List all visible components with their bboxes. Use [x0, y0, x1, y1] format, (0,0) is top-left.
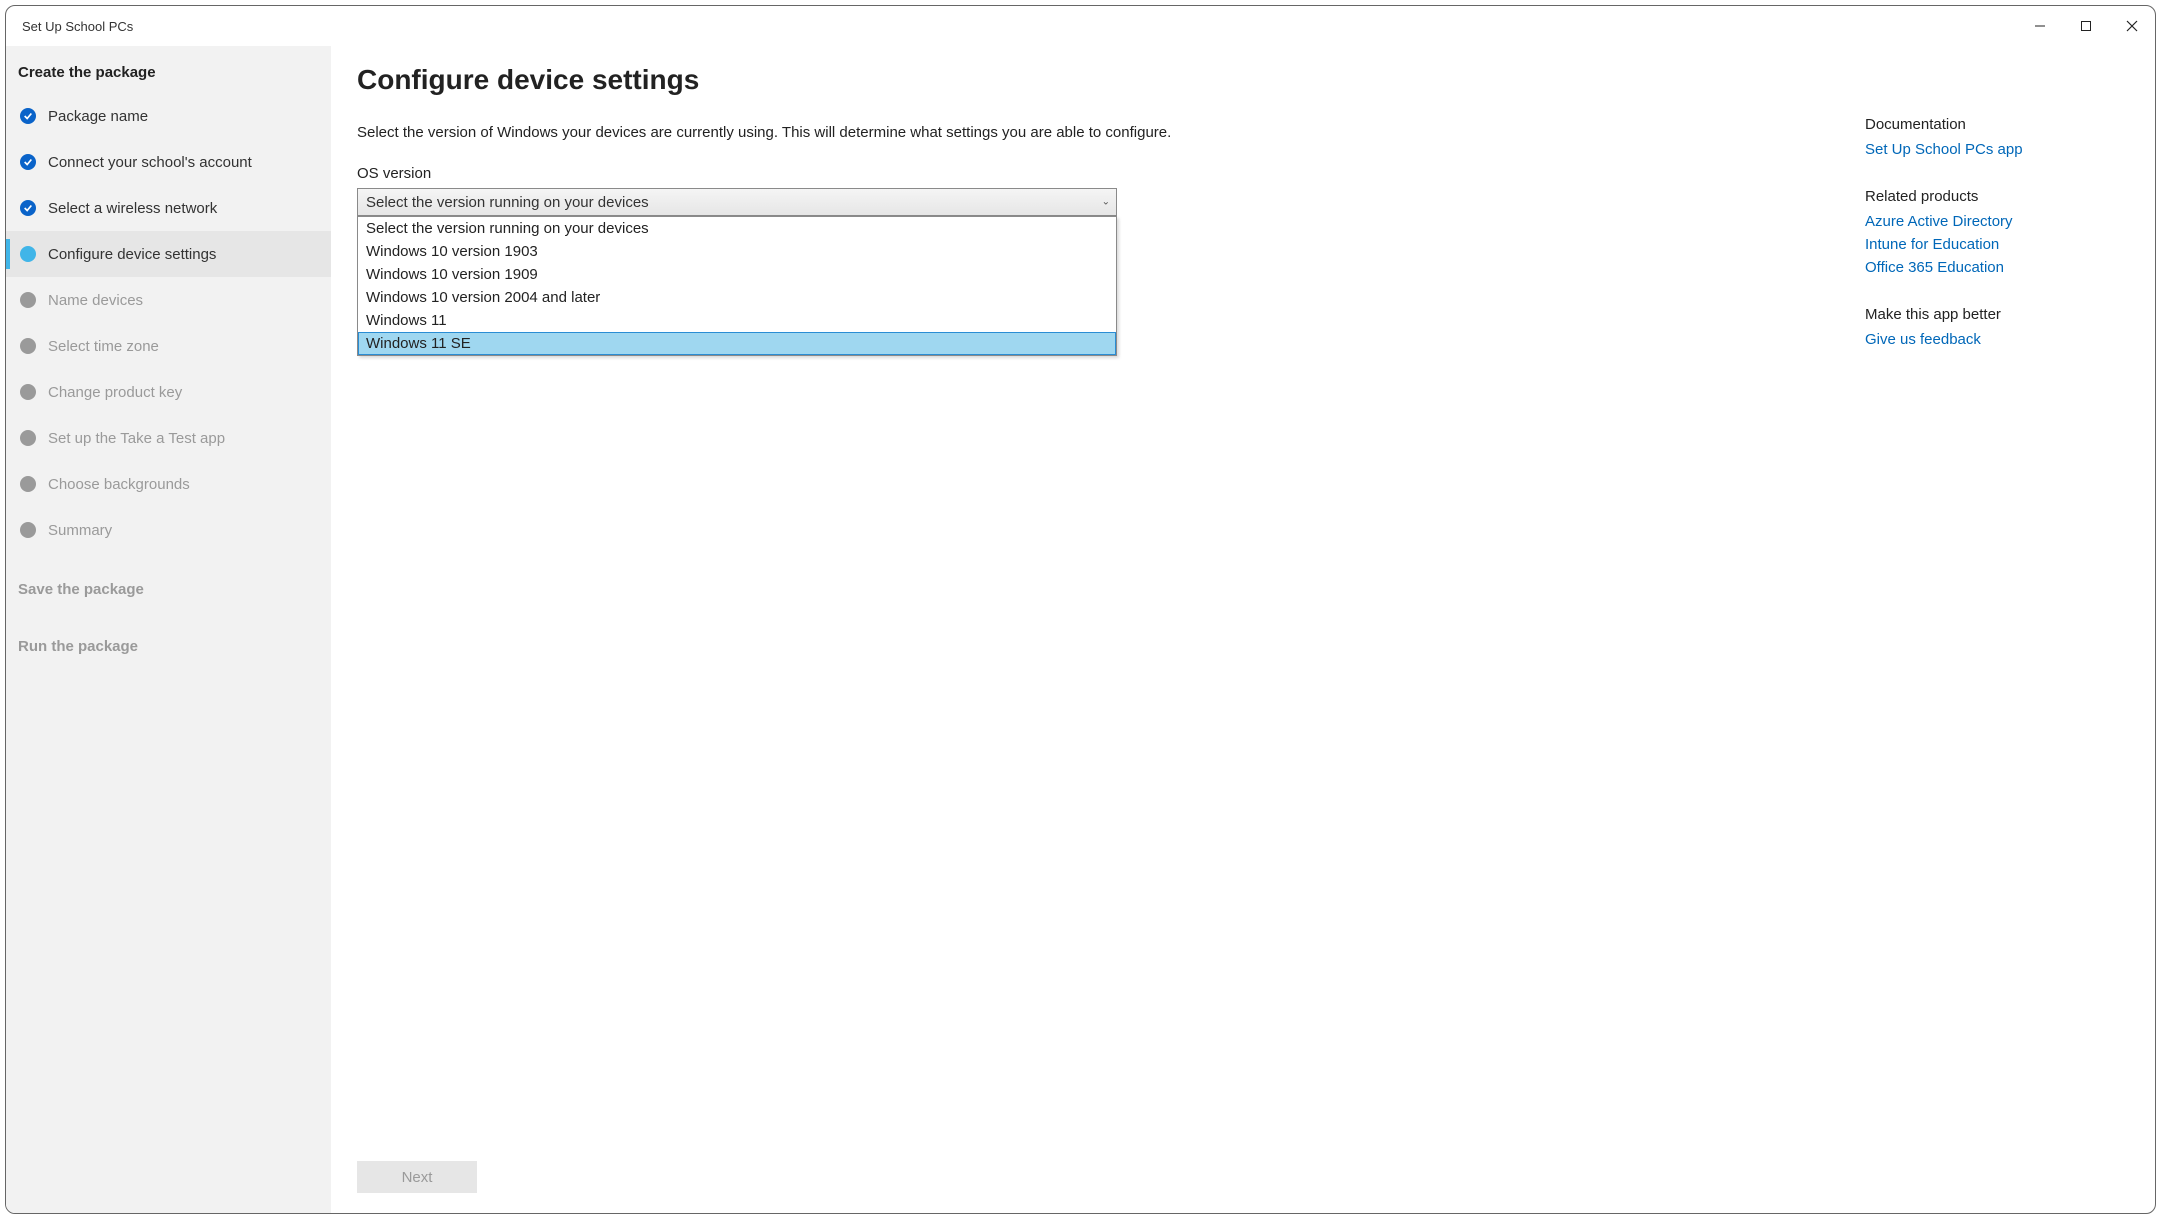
- checkmark-icon: [20, 200, 36, 216]
- circle-icon: [20, 384, 36, 400]
- right-rail: Documentation Set Up School PCs app Rela…: [1855, 46, 2155, 1213]
- checkmark-icon: [20, 108, 36, 124]
- os-version-option-1[interactable]: Windows 10 version 1903: [358, 240, 1116, 263]
- circle-icon: [20, 430, 36, 446]
- checkmark-icon: [20, 154, 36, 170]
- os-version-label: OS version: [357, 165, 1815, 182]
- maximize-button[interactable]: [2063, 6, 2109, 46]
- documentation-link-0[interactable]: Set Up School PCs app: [1865, 141, 2125, 158]
- circle-icon: [20, 292, 36, 308]
- related-products-heading: Related products: [1865, 188, 2125, 205]
- os-version-dropdown[interactable]: Select the version running on your devic…: [357, 216, 1117, 356]
- os-version-option-3[interactable]: Windows 10 version 2004 and later: [358, 286, 1116, 309]
- page-title: Configure device settings: [357, 64, 1815, 96]
- chevron-down-icon: ⌄: [1102, 197, 1110, 208]
- sidebar-item-label: Name devices: [48, 292, 143, 309]
- circle-icon: [20, 522, 36, 538]
- os-version-option-4[interactable]: Windows 11: [358, 309, 1116, 332]
- sidebar-item-0[interactable]: Package name: [6, 93, 331, 139]
- sidebar-item-7: Set up the Take a Test app: [6, 415, 331, 461]
- feedback-link-0[interactable]: Give us feedback: [1865, 331, 2125, 348]
- sidebar-section-create: Create the package: [6, 64, 331, 93]
- sidebar-item-label: Change product key: [48, 384, 182, 401]
- sidebar-item-label: Configure device settings: [48, 246, 216, 263]
- circle-icon: [20, 476, 36, 492]
- sidebar-item-label: Package name: [48, 108, 148, 125]
- window-title: Set Up School PCs: [22, 19, 133, 34]
- main-content: Configure device settings Select the ver…: [331, 46, 1855, 1213]
- sidebar-item-label: Set up the Take a Test app: [48, 430, 225, 447]
- page-description: Select the version of Windows your devic…: [357, 124, 1815, 141]
- sidebar-item-label: Summary: [48, 522, 112, 539]
- minimize-button[interactable]: [2017, 6, 2063, 46]
- os-version-option-5[interactable]: Windows 11 SE: [358, 332, 1116, 355]
- sidebar-item-6: Change product key: [6, 369, 331, 415]
- sidebar-item-1[interactable]: Connect your school's account: [6, 139, 331, 185]
- sidebar-item-2[interactable]: Select a wireless network: [6, 185, 331, 231]
- related-link-1[interactable]: Intune for Education: [1865, 236, 2125, 253]
- circle-icon: [20, 246, 36, 262]
- close-button[interactable]: [2109, 6, 2155, 46]
- next-button[interactable]: Next: [357, 1161, 477, 1193]
- sidebar-item-9: Summary: [6, 507, 331, 553]
- sidebar: Create the package Package name Connect y…: [6, 46, 331, 1213]
- os-version-option-0[interactable]: Select the version running on your devic…: [358, 217, 1116, 240]
- title-bar: Set Up School PCs: [6, 6, 2155, 46]
- circle-icon: [20, 338, 36, 354]
- sidebar-item-label: Select time zone: [48, 338, 159, 355]
- documentation-heading: Documentation: [1865, 116, 2125, 133]
- related-link-2[interactable]: Office 365 Education: [1865, 259, 2125, 276]
- sidebar-section-save: Save the package: [6, 581, 331, 610]
- os-version-selected-value: Select the version running on your devic…: [366, 194, 649, 211]
- feedback-heading: Make this app better: [1865, 306, 2125, 323]
- sidebar-section-run: Run the package: [6, 638, 331, 667]
- sidebar-item-label: Choose backgrounds: [48, 476, 190, 493]
- sidebar-item-3[interactable]: Configure device settings: [6, 231, 331, 277]
- sidebar-item-8: Choose backgrounds: [6, 461, 331, 507]
- related-link-0[interactable]: Azure Active Directory: [1865, 213, 2125, 230]
- window-controls: [2017, 6, 2155, 46]
- sidebar-item-label: Select a wireless network: [48, 200, 217, 217]
- sidebar-item-4: Name devices: [6, 277, 331, 323]
- os-version-select[interactable]: Select the version running on your devic…: [357, 188, 1117, 216]
- os-version-option-2[interactable]: Windows 10 version 1909: [358, 263, 1116, 286]
- sidebar-item-5: Select time zone: [6, 323, 331, 369]
- app-window: Set Up School PCs Create the package Pac…: [5, 5, 2156, 1214]
- sidebar-item-label: Connect your school's account: [48, 154, 252, 171]
